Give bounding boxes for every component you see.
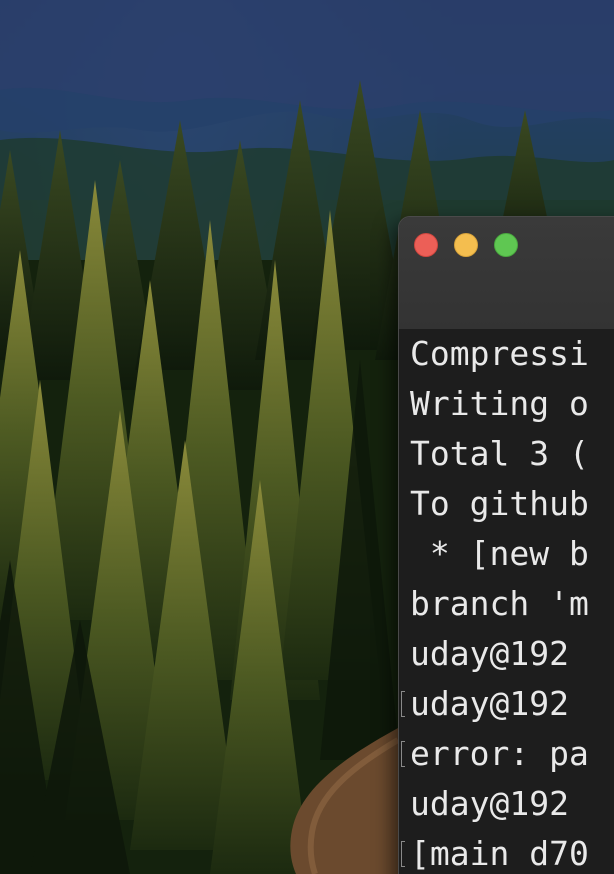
terminal-line: [main d70 bbox=[399, 829, 614, 874]
terminal-line-text: uday@192 bbox=[410, 784, 589, 823]
terminal-line: uday@192 bbox=[399, 679, 614, 729]
terminal-line: Writing o bbox=[399, 379, 614, 429]
terminal-line: * [new b bbox=[399, 529, 614, 579]
terminal-titlebar[interactable] bbox=[399, 217, 614, 330]
terminal-line: Total 3 ( bbox=[399, 429, 614, 479]
zoom-window-button[interactable] bbox=[494, 233, 518, 257]
minimize-window-button[interactable] bbox=[454, 233, 478, 257]
terminal-line-text: * [new b bbox=[410, 534, 589, 573]
terminal-line: error: pa bbox=[399, 729, 614, 779]
terminal-output[interactable]: Compressi Writing o Total 3 ( To github … bbox=[399, 329, 614, 874]
terminal-line-text: Compressi bbox=[410, 334, 589, 373]
terminal-window[interactable]: Compressi Writing o Total 3 ( To github … bbox=[398, 216, 614, 874]
mark-bracket-icon bbox=[401, 691, 405, 717]
mark-bracket-icon bbox=[401, 841, 405, 867]
terminal-line-text: Writing o bbox=[410, 384, 589, 423]
terminal-line-text: Total 3 ( bbox=[410, 434, 589, 473]
mark-bracket-icon bbox=[401, 741, 405, 767]
terminal-line-text: [main d70 bbox=[410, 834, 589, 873]
window-controls bbox=[414, 233, 518, 257]
terminal-line: uday@192 bbox=[399, 779, 614, 829]
terminal-line-text: error: pa bbox=[410, 734, 589, 773]
terminal-line: Compressi bbox=[399, 329, 614, 379]
terminal-line-text: uday@192 bbox=[410, 684, 589, 723]
terminal-line: uday@192 bbox=[399, 629, 614, 679]
terminal-line-text: To github bbox=[410, 484, 589, 523]
terminal-line: branch 'm bbox=[399, 579, 614, 629]
terminal-line: To github bbox=[399, 479, 614, 529]
close-window-button[interactable] bbox=[414, 233, 438, 257]
terminal-line-text: uday@192 bbox=[410, 634, 589, 673]
terminal-line-text: branch 'm bbox=[410, 584, 589, 623]
desktop: Compressi Writing o Total 3 ( To github … bbox=[0, 0, 614, 874]
